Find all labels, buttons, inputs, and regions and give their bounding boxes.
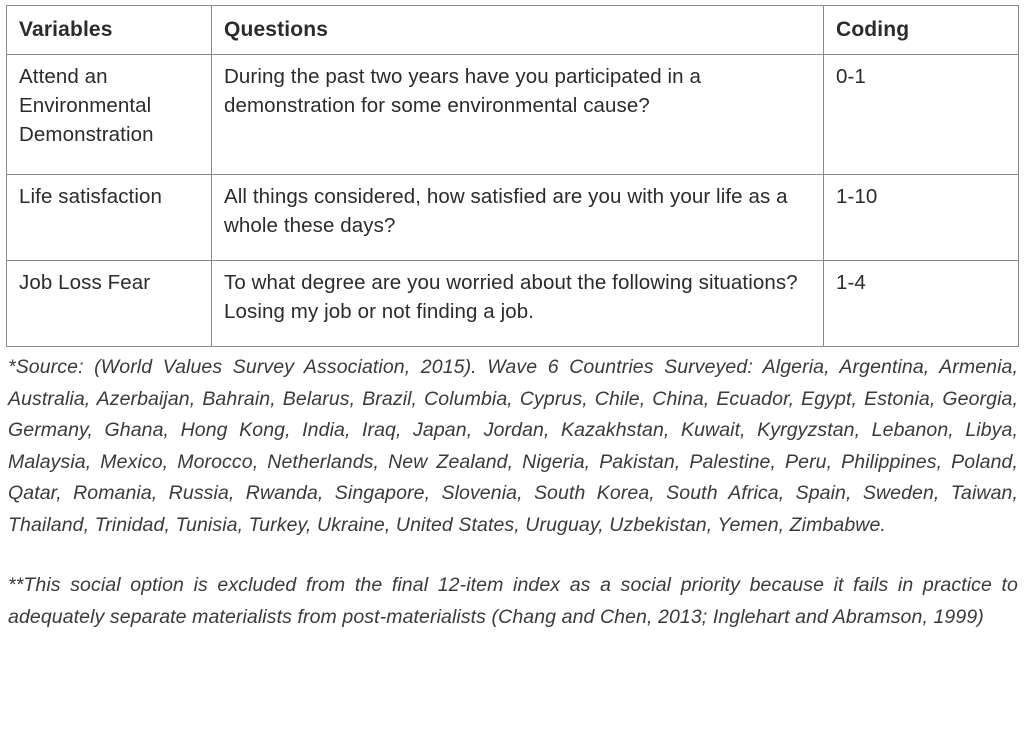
cell-coding: 1-4 [823,259,1019,347]
cell-coding: 0-1 [823,53,1019,175]
cell-question: To what degree are you worried about the… [211,259,824,347]
footnotes: *Source: (World Values Survey Associatio… [8,352,1018,634]
table-row: Life satisfaction All things considered,… [6,173,1019,261]
cell-variable: Attend an Environmental Demonstration [6,53,212,175]
column-header-variables: Variables [6,5,212,55]
exclusion-note: **This social option is excluded from th… [8,574,1018,629]
column-header-questions: Questions [211,5,824,55]
variables-table: Variables Questions Coding Attend an Env… [6,5,1019,347]
table-row: Job Loss Fear To what degree are you wor… [6,259,1019,347]
cell-variable: Life satisfaction [6,173,212,261]
table-header: Variables Questions Coding [6,5,1019,55]
cell-variable: Job Loss Fear [6,259,212,347]
variables-table-container: Variables Questions Coding Attend an Env… [6,5,1019,347]
document-page: Variables Questions Coding Attend an Env… [0,0,1024,731]
column-header-coding: Coding [823,5,1019,55]
cell-question: During the past two years have you parti… [211,53,824,175]
table-body: Attend an Environmental Demonstration Du… [6,53,1019,347]
table-row: Attend an Environmental Demonstration Du… [6,53,1019,175]
cell-coding: 1-10 [823,173,1019,261]
cell-question: All things considered, how satisfied are… [211,173,824,261]
table-header-row: Variables Questions Coding [6,5,1019,55]
source-note: *Source: (World Values Survey Associatio… [8,356,1018,536]
